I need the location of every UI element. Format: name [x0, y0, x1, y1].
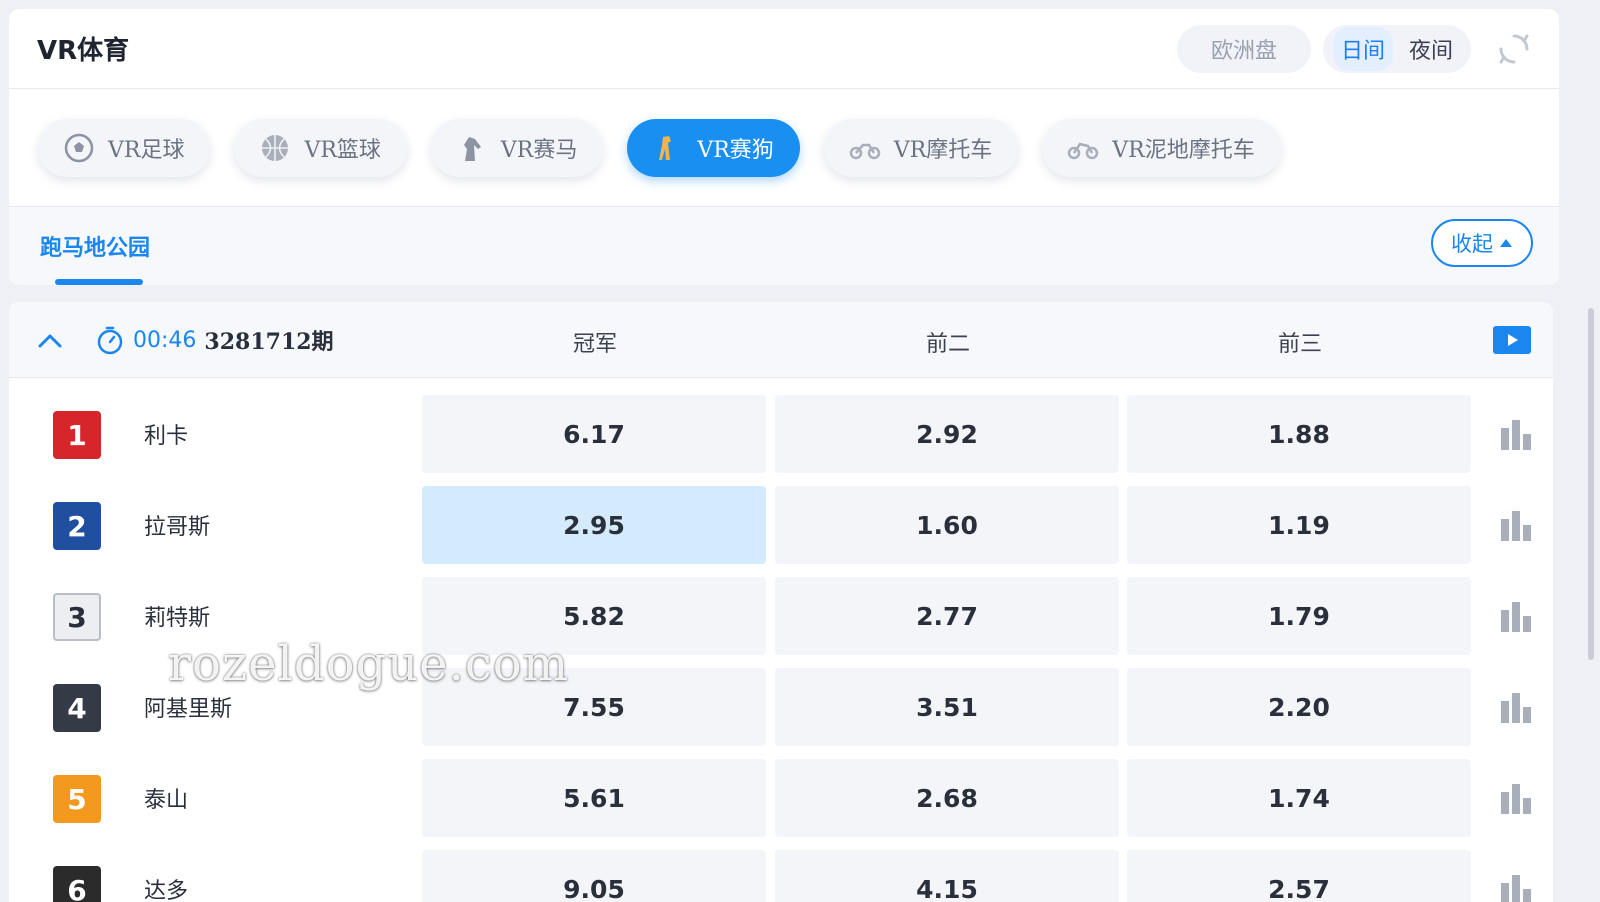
win-odds-button[interactable]: 6.17	[422, 395, 766, 473]
watermark: rozeldogue.com	[168, 636, 570, 692]
tab-label: VR赛马	[500, 137, 578, 163]
runner-name: 利卡	[144, 424, 189, 449]
top2-odds-button[interactable]: 4.15	[775, 850, 1119, 902]
tab-label: VR篮球	[304, 137, 381, 163]
top2-odds-button[interactable]: 1.60	[775, 486, 1119, 564]
venue-tab[interactable]: 跑马地公园	[40, 230, 150, 262]
caret-up-icon	[1500, 239, 1512, 247]
tab-vr-greyhound[interactable]: VR赛狗	[627, 118, 800, 177]
tab-label: VR足球	[108, 137, 185, 163]
runner-row: 6 达多 9.05 4.15 2.57	[9, 845, 1553, 902]
runner-number-badge: 4	[53, 684, 101, 732]
tab-vr-horse-racing[interactable]: VR赛马	[430, 118, 604, 177]
collapse-label: 收起	[1451, 232, 1493, 256]
stats-icon[interactable]	[1499, 780, 1533, 814]
stopwatch-icon	[97, 326, 123, 355]
countdown: 00:46	[133, 327, 197, 353]
sport-tabs: VR足球 VR篮球 VR赛马 VR赛狗 VR摩托车 VR泥地摩托车	[9, 89, 1559, 207]
tab-vr-dirt-bike[interactable]: VR泥地摩托车	[1042, 118, 1281, 177]
video-play-icon[interactable]	[1493, 326, 1531, 354]
day-night-toggle: 日间 夜间	[1322, 24, 1471, 73]
top3-odds-button[interactable]: 1.88	[1127, 395, 1471, 473]
basketball-icon	[258, 131, 292, 165]
runner-row: 2 拉哥斯 2.95 1.60 1.19	[9, 481, 1553, 571]
dirt-bike-icon	[1066, 131, 1100, 165]
win-odds-button[interactable]: 5.61	[422, 759, 766, 837]
refresh-icon[interactable]	[1497, 32, 1531, 66]
tab-vr-soccer[interactable]: VR足球	[38, 118, 211, 177]
day-mode-button[interactable]: 日间	[1332, 26, 1393, 71]
stats-icon[interactable]	[1499, 871, 1533, 902]
race-timer: 00:46 3281712期	[95, 324, 334, 356]
stats-icon[interactable]	[1499, 598, 1533, 632]
app-title: VR体育	[37, 36, 130, 66]
scrollbar[interactable]	[1588, 308, 1594, 660]
top3-odds-button[interactable]: 1.19	[1127, 486, 1471, 564]
top2-odds-button[interactable]: 3.51	[775, 668, 1119, 746]
header-panel: VR体育 欧洲盘 日间 夜间 VR足球 VR篮球 VR赛马 VR赛狗 VR摩托车…	[9, 9, 1559, 285]
top2-odds-button[interactable]: 2.92	[775, 395, 1119, 473]
top3-odds-button[interactable]: 1.74	[1127, 759, 1471, 837]
horse-icon	[455, 131, 489, 165]
runner-row: 5 泰山 5.61 2.68 1.74	[9, 754, 1553, 844]
top2-odds-button[interactable]: 2.77	[775, 577, 1119, 655]
night-mode-button[interactable]: 夜间	[1401, 27, 1461, 71]
runner-row: 1 利卡 6.17 2.92 1.88	[9, 390, 1553, 480]
runner-name: 阿基里斯	[144, 697, 233, 722]
top3-odds-button[interactable]: 2.20	[1127, 668, 1471, 746]
top3-odds-button[interactable]: 1.79	[1127, 577, 1471, 655]
runner-name: 莉特斯	[144, 606, 211, 631]
motorcycle-icon	[848, 131, 882, 165]
top2-odds-button[interactable]: 2.68	[775, 759, 1119, 837]
win-odds-button[interactable]: 2.95	[422, 486, 766, 564]
tab-vr-motorcycle[interactable]: VR摩托车	[823, 118, 1019, 177]
tab-label: VR泥地摩托车	[1112, 137, 1255, 163]
stats-icon[interactable]	[1499, 689, 1533, 723]
runner-name: 泰山	[144, 788, 189, 813]
soccer-ball-icon	[62, 131, 96, 165]
runner-name: 拉哥斯	[144, 515, 211, 540]
runner-name: 达多	[144, 879, 189, 902]
stats-icon[interactable]	[1499, 416, 1533, 450]
venue-bar: 跑马地公园 收起	[9, 207, 1559, 285]
greyhound-icon	[651, 131, 685, 165]
tab-label: VR赛狗	[697, 137, 774, 163]
column-header-top3: 前三	[1277, 332, 1322, 357]
stats-icon[interactable]	[1499, 507, 1533, 541]
runner-number-badge: 5	[53, 775, 101, 823]
race-table: 00:46 3281712期 冠军 前二 前三 1 利卡 6.17 2.92 1.88 2…	[9, 302, 1553, 902]
race-issue-number: 3281712期	[204, 329, 334, 355]
top-bar: VR体育 欧洲盘 日间 夜间	[9, 9, 1559, 89]
runner-number-badge: 6	[53, 866, 101, 902]
venue-tab-indicator	[55, 279, 143, 285]
column-header-win: 冠军	[572, 332, 617, 357]
tab-label: VR摩托车	[893, 137, 993, 163]
odds-format-button[interactable]: 欧洲盘	[1176, 24, 1311, 73]
top3-odds-button[interactable]: 2.57	[1127, 850, 1471, 902]
column-header-top2: 前二	[925, 332, 970, 357]
runner-number-badge: 1	[53, 411, 101, 459]
runner-number-badge: 2	[53, 502, 101, 550]
race-header: 00:46 3281712期 冠军 前二 前三	[9, 302, 1553, 378]
chevron-up-icon[interactable]	[35, 326, 65, 356]
tab-vr-basketball[interactable]: VR篮球	[234, 118, 407, 177]
collapse-button[interactable]: 收起	[1431, 219, 1533, 267]
runner-number-badge: 3	[53, 593, 101, 641]
win-odds-button[interactable]: 9.05	[422, 850, 766, 902]
